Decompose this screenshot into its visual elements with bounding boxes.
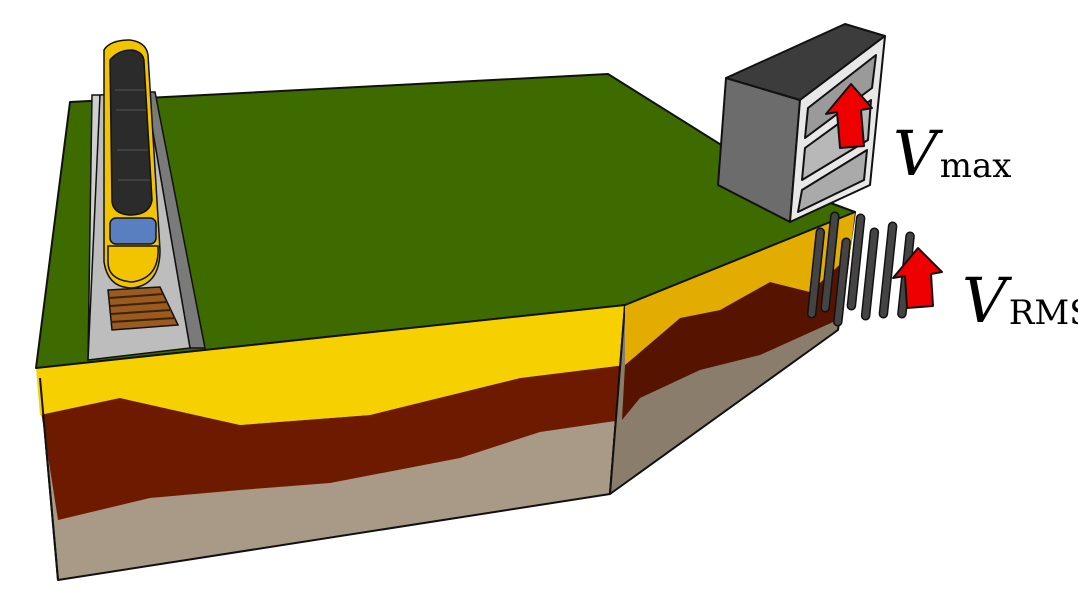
pile-rod xyxy=(860,227,880,321)
vrms-label: VRMS xyxy=(962,264,1078,337)
train xyxy=(103,39,161,289)
train-cab-window xyxy=(109,217,157,245)
vmax-label: Vmax xyxy=(893,117,1011,190)
pile-rod xyxy=(878,221,898,319)
vibration-diagram: Vmax VRMS xyxy=(35,23,1078,581)
